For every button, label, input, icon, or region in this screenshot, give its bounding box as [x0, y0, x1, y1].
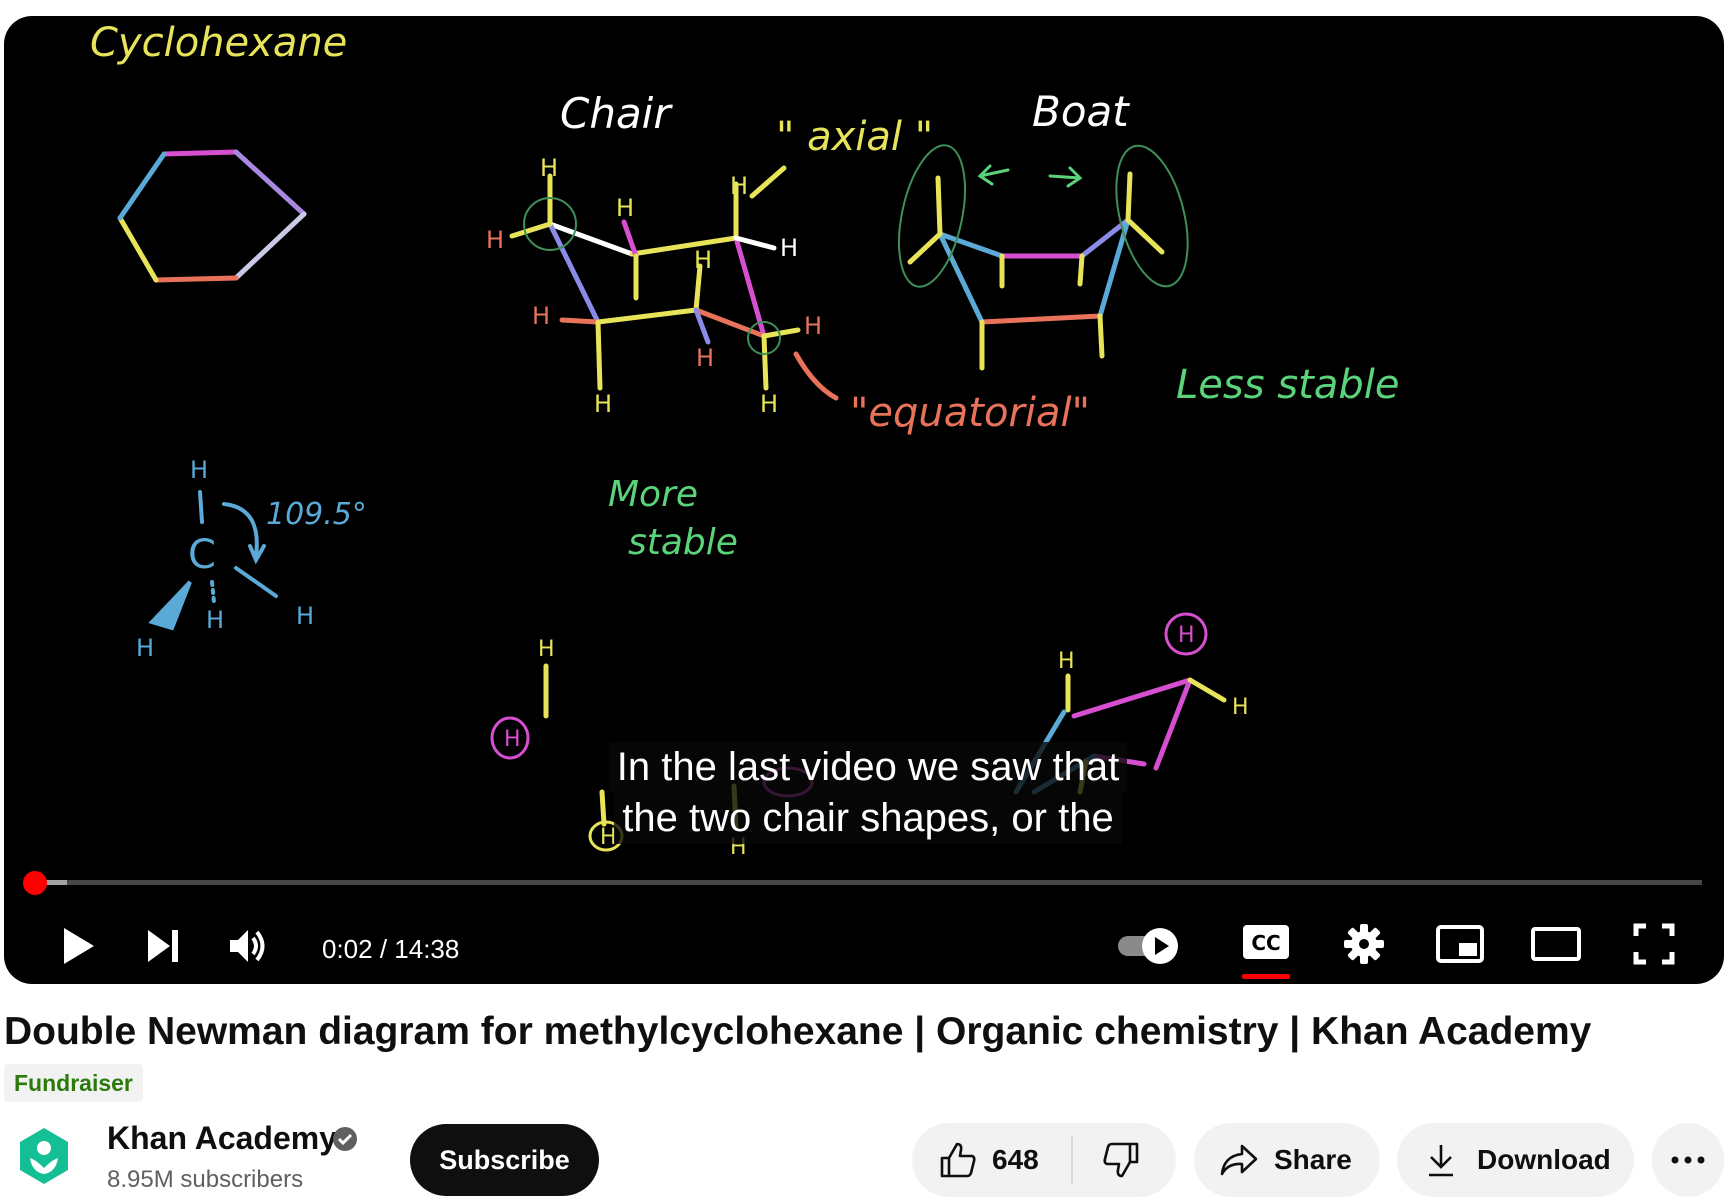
captions-button[interactable]: CC [1238, 916, 1294, 968]
bond-angle-label: 109.5° [266, 497, 367, 532]
svg-text:H: H [1232, 695, 1249, 720]
fullscreen-icon [1633, 923, 1675, 965]
download-label: Download [1477, 1144, 1611, 1175]
download-button[interactable]: Download [1397, 1123, 1634, 1197]
closed-caption: In the last video we saw that the two ch… [583, 742, 1153, 844]
next-video-button[interactable] [132, 916, 192, 976]
more-actions-button[interactable] [1652, 1123, 1724, 1197]
svg-text:CC: CC [1251, 931, 1280, 955]
settings-button[interactable] [1336, 916, 1392, 972]
svg-text:H: H [1178, 623, 1195, 648]
like-dislike-group: 648 [912, 1123, 1176, 1197]
autoplay-toggle-icon [1118, 928, 1178, 964]
skip-next-icon [148, 930, 178, 962]
subscriber-count: 8.95M subscribers [107, 1166, 304, 1193]
download-icon [1425, 1142, 1457, 1178]
dislike-button[interactable] [1070, 1136, 1167, 1184]
captions-active-indicator [1242, 974, 1290, 979]
stable-label: stable [628, 522, 738, 563]
settings-gear-icon [1344, 924, 1384, 964]
theater-mode-icon [1531, 927, 1581, 961]
svg-text:H: H [486, 226, 504, 254]
share-label: Share [1274, 1144, 1352, 1175]
volume-icon [230, 930, 265, 962]
svg-text:H: H [616, 194, 634, 222]
svg-text:H: H [694, 246, 712, 274]
share-icon [1218, 1142, 1260, 1178]
theater-mode-button[interactable] [1526, 918, 1586, 970]
video-player[interactable]: Cyclohexane Chair " axial " Boat H H H H… [4, 16, 1724, 984]
svg-text:H: H [540, 154, 558, 182]
caption-line-2: the two chair shapes, or the [614, 793, 1122, 844]
chair-hydrogen-labels: H H H H H H H H H H H [486, 154, 822, 418]
thumbs-up-icon [940, 1142, 976, 1178]
verified-check-icon [333, 1127, 357, 1151]
fullscreen-button[interactable] [1626, 916, 1682, 972]
axial-label: " axial " [776, 114, 933, 160]
board-title: Cyclohexane [90, 20, 347, 66]
svg-text:H: H [296, 602, 314, 630]
less-stable-label: Less stable [1176, 362, 1399, 408]
khan-academy-logo-icon [20, 1128, 68, 1184]
miniplayer-button[interactable] [1432, 918, 1488, 970]
like-count: 648 [992, 1144, 1039, 1175]
svg-text:H: H [136, 634, 154, 662]
autoplay-toggle[interactable] [1114, 926, 1184, 966]
svg-text:H: H [504, 727, 521, 752]
svg-text:H: H [206, 606, 224, 634]
svg-text:H: H [1058, 649, 1075, 674]
svg-text:H: H [594, 390, 612, 418]
caption-line-1: In the last video we saw that [608, 742, 1128, 793]
chair-label: Chair [560, 89, 673, 138]
boat-conformation-drawing [898, 144, 1189, 371]
fundraiser-badge[interactable]: Fundraiser [4, 1064, 143, 1102]
svg-text:H: H [780, 234, 798, 262]
thumbs-down-icon [1103, 1142, 1139, 1178]
svg-text:H: H [730, 172, 748, 200]
like-button[interactable]: 648 [912, 1123, 1071, 1197]
play-icon [64, 928, 94, 964]
svg-text:H: H [696, 344, 714, 372]
svg-text:H: H [532, 302, 550, 330]
video-title: Double Newman diagram for methylcyclohex… [4, 1010, 1592, 1053]
svg-text:H: H [760, 390, 778, 418]
time-display: 0:02 / 14:38 [322, 934, 460, 964]
equatorial-label: "equatorial" [850, 390, 1090, 436]
svg-text:H: H [804, 312, 822, 340]
miniplayer-icon [1436, 925, 1484, 963]
carbon-label: C [188, 532, 216, 578]
subscribe-button[interactable]: Subscribe [410, 1124, 599, 1196]
closed-captions-icon: CC [1243, 925, 1289, 959]
svg-text:H: H [538, 637, 555, 662]
chair-conformation-drawing [509, 165, 839, 401]
volume-button[interactable] [218, 916, 278, 976]
more-horizontal-icon [1671, 1156, 1705, 1164]
channel-name[interactable]: Khan Academy [107, 1120, 337, 1157]
progress-bar[interactable] [32, 880, 1702, 885]
play-button[interactable] [48, 916, 108, 976]
channel-avatar[interactable] [12, 1124, 76, 1188]
boat-label: Boat [1032, 87, 1130, 136]
share-button[interactable]: Share [1194, 1123, 1380, 1197]
hexagon-drawing [117, 149, 307, 283]
svg-text:H: H [190, 456, 208, 484]
more-label: More [608, 474, 698, 515]
